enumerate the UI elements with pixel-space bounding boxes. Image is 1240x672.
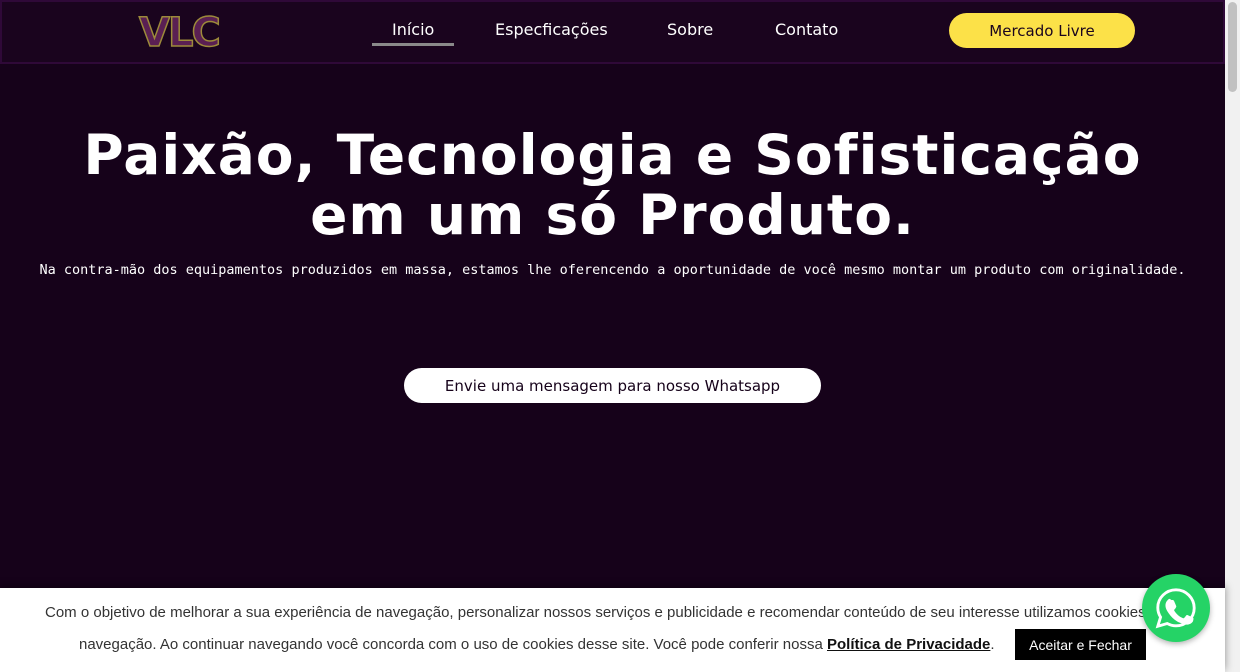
whatsapp-message-button[interactable]: Envie uma mensagem para nosso Whatsapp bbox=[404, 368, 821, 403]
privacy-policy-link[interactable]: Política de Privacidade bbox=[827, 636, 990, 653]
accept-cookies-button[interactable]: Aceitar e Fechar bbox=[1015, 629, 1146, 660]
nav-link-contato[interactable]: Contato bbox=[775, 20, 838, 39]
hero-title: Paixão, Tecnologia e Sofisticação em um … bbox=[83, 123, 1142, 247]
mercado-livre-button[interactable]: Mercado Livre bbox=[949, 13, 1135, 48]
cookie-text-prefix: navegação. Ao continuar navegando você c… bbox=[79, 636, 827, 653]
cookie-banner: Com o objetivo de melhorar a sua experiê… bbox=[0, 588, 1225, 672]
vlc-logo[interactable]: VLC bbox=[138, 9, 237, 57]
nav-link-sobre[interactable]: Sobre bbox=[667, 20, 713, 39]
cookie-text-line2: navegação. Ao continuar navegando você c… bbox=[79, 636, 995, 653]
nav-link-inicio[interactable]: Início bbox=[371, 20, 455, 46]
top-navbar: VLC Início Especficações Sobre Contato M… bbox=[0, 0, 1225, 64]
logo-text: VLC bbox=[138, 9, 221, 57]
hero-subtitle: Na contra-mão dos equipamentos produzido… bbox=[39, 262, 1186, 278]
whatsapp-icon bbox=[1155, 588, 1196, 629]
cookie-text-line1: Com o objetivo de melhorar a sua experiê… bbox=[45, 604, 1199, 621]
nav-link-especificacoes[interactable]: Especficações bbox=[495, 20, 608, 39]
page-scrollbar[interactable] bbox=[1225, 0, 1240, 672]
whatsapp-float-button[interactable] bbox=[1142, 574, 1210, 642]
scrollbar-thumb[interactable] bbox=[1228, 2, 1237, 92]
cookie-text-suffix: . bbox=[990, 636, 995, 653]
